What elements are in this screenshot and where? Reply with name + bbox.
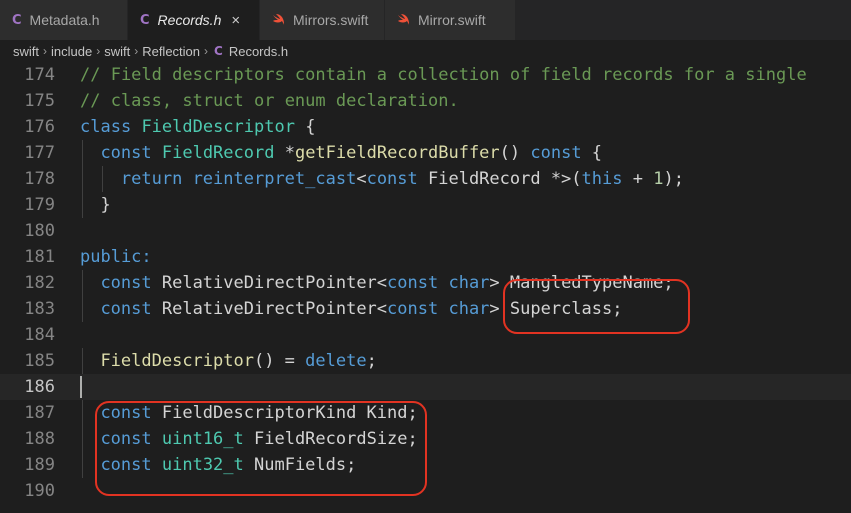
line-number: 179 — [24, 195, 55, 215]
code-line[interactable]: 178 return reinterpret_cast<const FieldRe… — [0, 166, 851, 192]
tab-mirror-swift[interactable]: Mirror.swift — [385, 0, 516, 40]
breadcrumb-item[interactable]: Records.h — [229, 44, 288, 59]
code-line[interactable]: 185 FieldDescriptor() = delete; — [0, 348, 851, 374]
line-number: 183 — [24, 299, 55, 319]
swift-icon — [398, 14, 409, 25]
breadcrumb-item[interactable]: swift — [13, 44, 39, 59]
indent-guide — [82, 452, 83, 478]
indent-guide — [82, 296, 83, 322]
c-header-icon: C — [214, 44, 223, 58]
code-line[interactable]: 189 const uint32_t NumFields; — [0, 452, 851, 478]
code-line[interactable]: 182 const RelativeDirectPointer<const cha… — [0, 270, 851, 296]
line-number: 177 — [24, 143, 55, 163]
line-number: 188 — [24, 429, 55, 449]
line-number: 175 — [24, 91, 55, 111]
indent-guide — [82, 192, 83, 218]
code-text: const RelativeDirectPointer<const char> … — [100, 273, 674, 293]
code-text: class FieldDescriptor { — [80, 117, 316, 137]
line-number: 187 — [24, 403, 55, 423]
code-text: public: — [80, 247, 152, 267]
code-line[interactable]: 183 const RelativeDirectPointer<const cha… — [0, 296, 851, 322]
code-line[interactable]: 174 // Field descriptors contain a collec… — [0, 62, 851, 88]
c-header-icon: C — [140, 12, 150, 28]
indent-guide — [82, 426, 83, 452]
code-line[interactable]: 175 // class, struct or enum declaration. — [0, 88, 851, 114]
line-number: 186 — [24, 377, 55, 397]
indent-guide — [82, 166, 83, 192]
code-text: const uint32_t NumFields; — [100, 455, 357, 475]
code-text: // Field descriptors contain a collectio… — [80, 65, 807, 85]
indent-guide — [82, 270, 83, 296]
code-text: const uint16_t FieldRecordSize; — [100, 429, 418, 449]
code-line[interactable]: 177 const FieldRecord *getFieldRecordBuff… — [0, 140, 851, 166]
code-line[interactable]: 184 — [0, 322, 851, 348]
code-text: const FieldDescriptorKind Kind; — [100, 403, 418, 423]
tab-metadata-h[interactable]: C Metadata.h — [0, 0, 128, 40]
code-text: const RelativeDirectPointer<const char> … — [100, 299, 623, 319]
c-header-icon: C — [12, 12, 22, 28]
tab-label: Mirror.swift — [418, 12, 486, 28]
line-number: 181 — [24, 247, 55, 267]
line-number: 178 — [24, 169, 55, 189]
line-number: 174 — [24, 65, 55, 85]
code-text: FieldDescriptor() = delete; — [100, 351, 377, 371]
code-text: // class, struct or enum declaration. — [80, 91, 459, 111]
indent-guide — [82, 348, 83, 374]
line-number: 176 — [24, 117, 55, 137]
close-icon[interactable]: × — [231, 12, 240, 29]
code-line[interactable]: 179} — [0, 192, 851, 218]
breadcrumb-item[interactable]: Reflection — [142, 44, 200, 59]
code-line[interactable]: 180 — [0, 218, 851, 244]
breadcrumb-item[interactable]: include — [51, 44, 92, 59]
chevron-right-icon: › — [134, 44, 139, 58]
code-line[interactable]: 188 const uint16_t FieldRecordSize; — [0, 426, 851, 452]
line-number: 190 — [24, 481, 55, 501]
code-line[interactable]: 186 — [0, 374, 851, 400]
tab-label: Records.h — [157, 12, 222, 28]
tab-label: Mirrors.swift — [293, 12, 369, 28]
chevron-right-icon: › — [43, 44, 47, 58]
code-text: } — [100, 195, 111, 215]
chevron-right-icon: › — [96, 44, 101, 58]
indent-guide — [82, 400, 83, 426]
code-text: return reinterpret_cast<const FieldRecor… — [120, 169, 684, 189]
tab-label: Metadata.h — [29, 12, 100, 28]
line-number: 184 — [24, 325, 55, 345]
code-line[interactable]: 181 public: — [0, 244, 851, 270]
code-editor[interactable]: 174 // Field descriptors contain a collec… — [0, 62, 851, 513]
chevron-right-icon: › — [204, 44, 209, 58]
swift-icon — [273, 14, 284, 25]
tab-records-h[interactable]: C Records.h × — [128, 0, 260, 40]
breadcrumb: swift › include › swift › Reflection › C Records.… — [0, 40, 851, 62]
tab-bar: C Metadata.h C Records.h × Mirrors.swift Mirro… — [0, 0, 851, 40]
line-number: 185 — [24, 351, 55, 371]
line-number: 189 — [24, 455, 55, 475]
code-line[interactable]: 187 const FieldDescriptorKind Kind; — [0, 400, 851, 426]
code-line[interactable]: 190 — [0, 478, 851, 504]
tab-bar-empty-area — [516, 0, 851, 40]
line-number: 180 — [24, 221, 55, 241]
text-cursor — [80, 376, 82, 398]
indent-guide — [102, 166, 104, 192]
code-line[interactable]: 176 class FieldDescriptor { — [0, 114, 851, 140]
code-text: const FieldRecord *getFieldRecordBuffer(… — [100, 143, 603, 163]
line-number: 182 — [24, 273, 55, 293]
breadcrumb-item[interactable]: swift — [104, 44, 130, 59]
tab-mirrors-swift[interactable]: Mirrors.swift — [260, 0, 385, 40]
indent-guide — [82, 140, 83, 166]
